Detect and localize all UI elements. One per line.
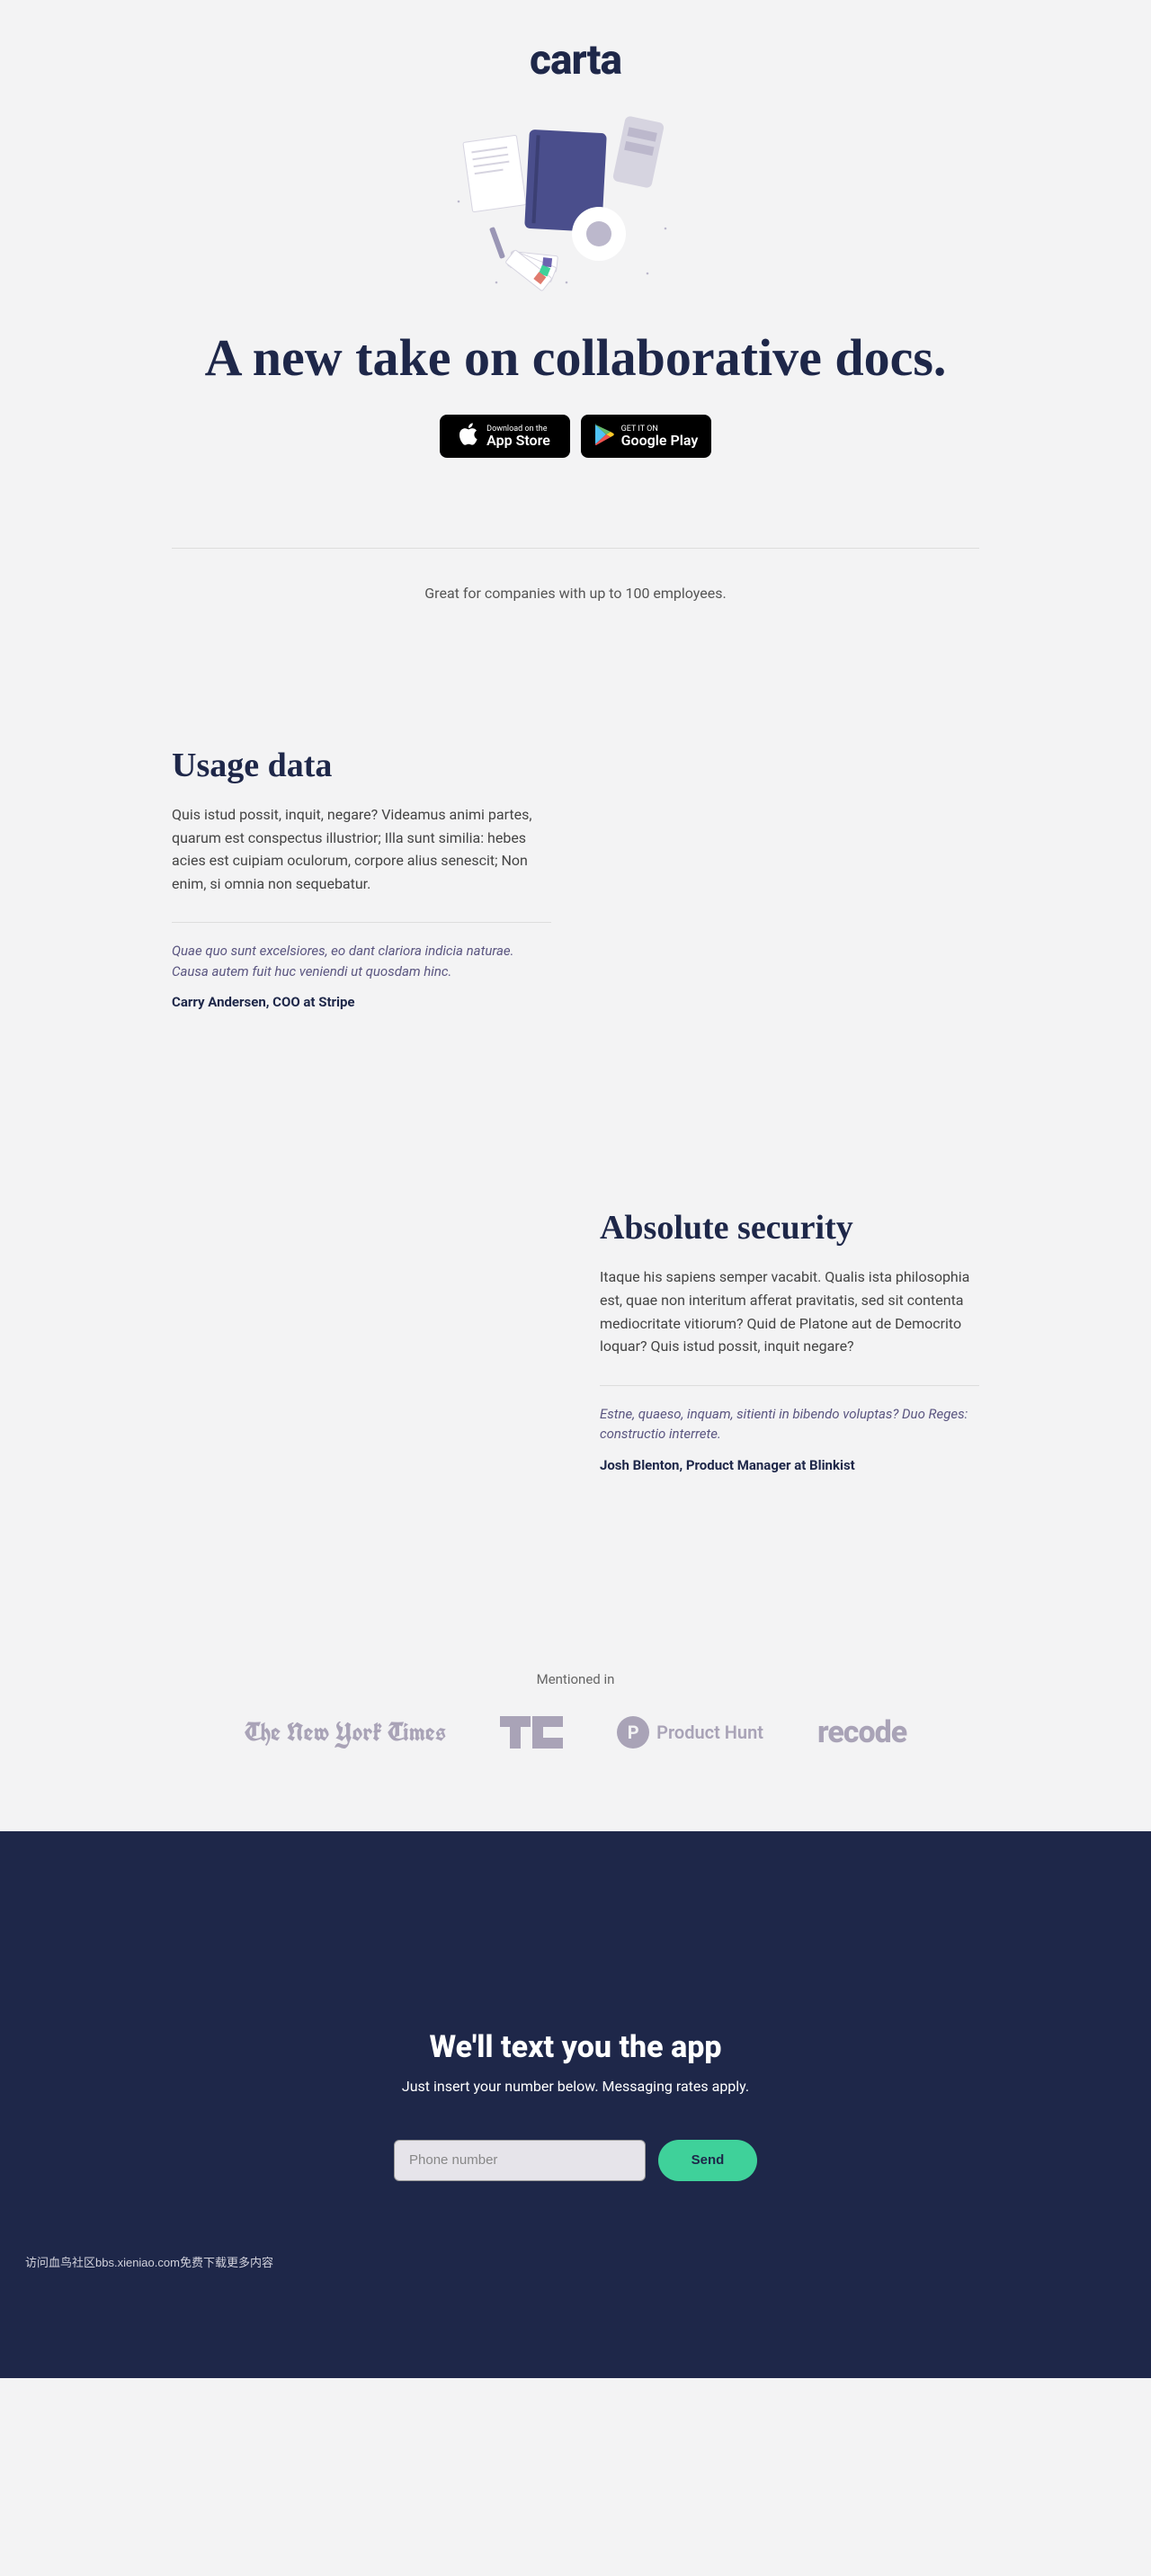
feature-usage-data: Usage data Quis istud possit, inquit, ne… (172, 746, 979, 1010)
send-button[interactable]: Send (658, 2140, 757, 2181)
product-hunt-logo: P Product Hunt (617, 1716, 763, 1749)
divider (172, 922, 551, 923)
techcrunch-logo (500, 1716, 563, 1749)
phone-form: Send (0, 2140, 1151, 2181)
feature-quote: Quae quo sunt excelsiores, eo dant clari… (172, 941, 551, 981)
feature-body: Quis istud possit, inquit, negare? Videa… (172, 803, 551, 895)
recode-logo: recode (817, 1714, 906, 1750)
phone-input[interactable] (394, 2140, 646, 2181)
feature-title: Usage data (172, 746, 551, 785)
feature-attribution: Carry Andersen, COO at Stripe (172, 994, 551, 1010)
hero-headline: A new take on collaborative docs. (172, 327, 979, 388)
fine-print: 访问血鸟社区bbs.xieniao.com免费下载更多内容 (25, 2253, 1151, 2270)
divider (172, 548, 979, 549)
store-buttons: Download on the App Store GET IT ON Goog… (172, 415, 979, 458)
feature-attribution: Josh Blenton, Product Manager at Blinkis… (600, 1457, 979, 1473)
google-play-icon (594, 424, 614, 449)
hero: carta (172, 0, 979, 503)
feature-quote: Estne, quaeso, inquam, sitienti in biben… (600, 1404, 979, 1445)
brand-logo: carta (172, 36, 979, 85)
app-store-button[interactable]: Download on the App Store (440, 415, 570, 458)
feature-title: Absolute security (600, 1208, 979, 1248)
press-label: Mentioned in (172, 1671, 979, 1687)
google-play-button[interactable]: GET IT ON Google Play (581, 415, 711, 458)
divider (600, 1385, 979, 1386)
press-section: Mentioned in The New York Times P Produc… (172, 1671, 979, 1831)
nyt-logo: The New York Times (245, 1715, 446, 1749)
feature-absolute-security: Absolute security Itaque his sapiens sem… (172, 1208, 979, 1472)
footer-title: We'll text you the app (0, 2029, 1151, 2065)
product-hunt-icon: P (617, 1716, 649, 1749)
apple-icon (460, 423, 479, 450)
app-store-big: App Store (486, 434, 550, 448)
product-hunt-text: Product Hunt (656, 1722, 763, 1743)
footer-subtitle: Just insert your number below. Messaging… (0, 2078, 1151, 2095)
hero-illustration (441, 103, 710, 300)
footer: We'll text you the app Just insert your … (0, 1831, 1151, 2378)
google-play-big: Google Play (621, 434, 699, 448)
tagline: Great for companies with up to 100 emplo… (172, 585, 979, 602)
feature-body: Itaque his sapiens semper vacabit. Quali… (600, 1266, 979, 1357)
